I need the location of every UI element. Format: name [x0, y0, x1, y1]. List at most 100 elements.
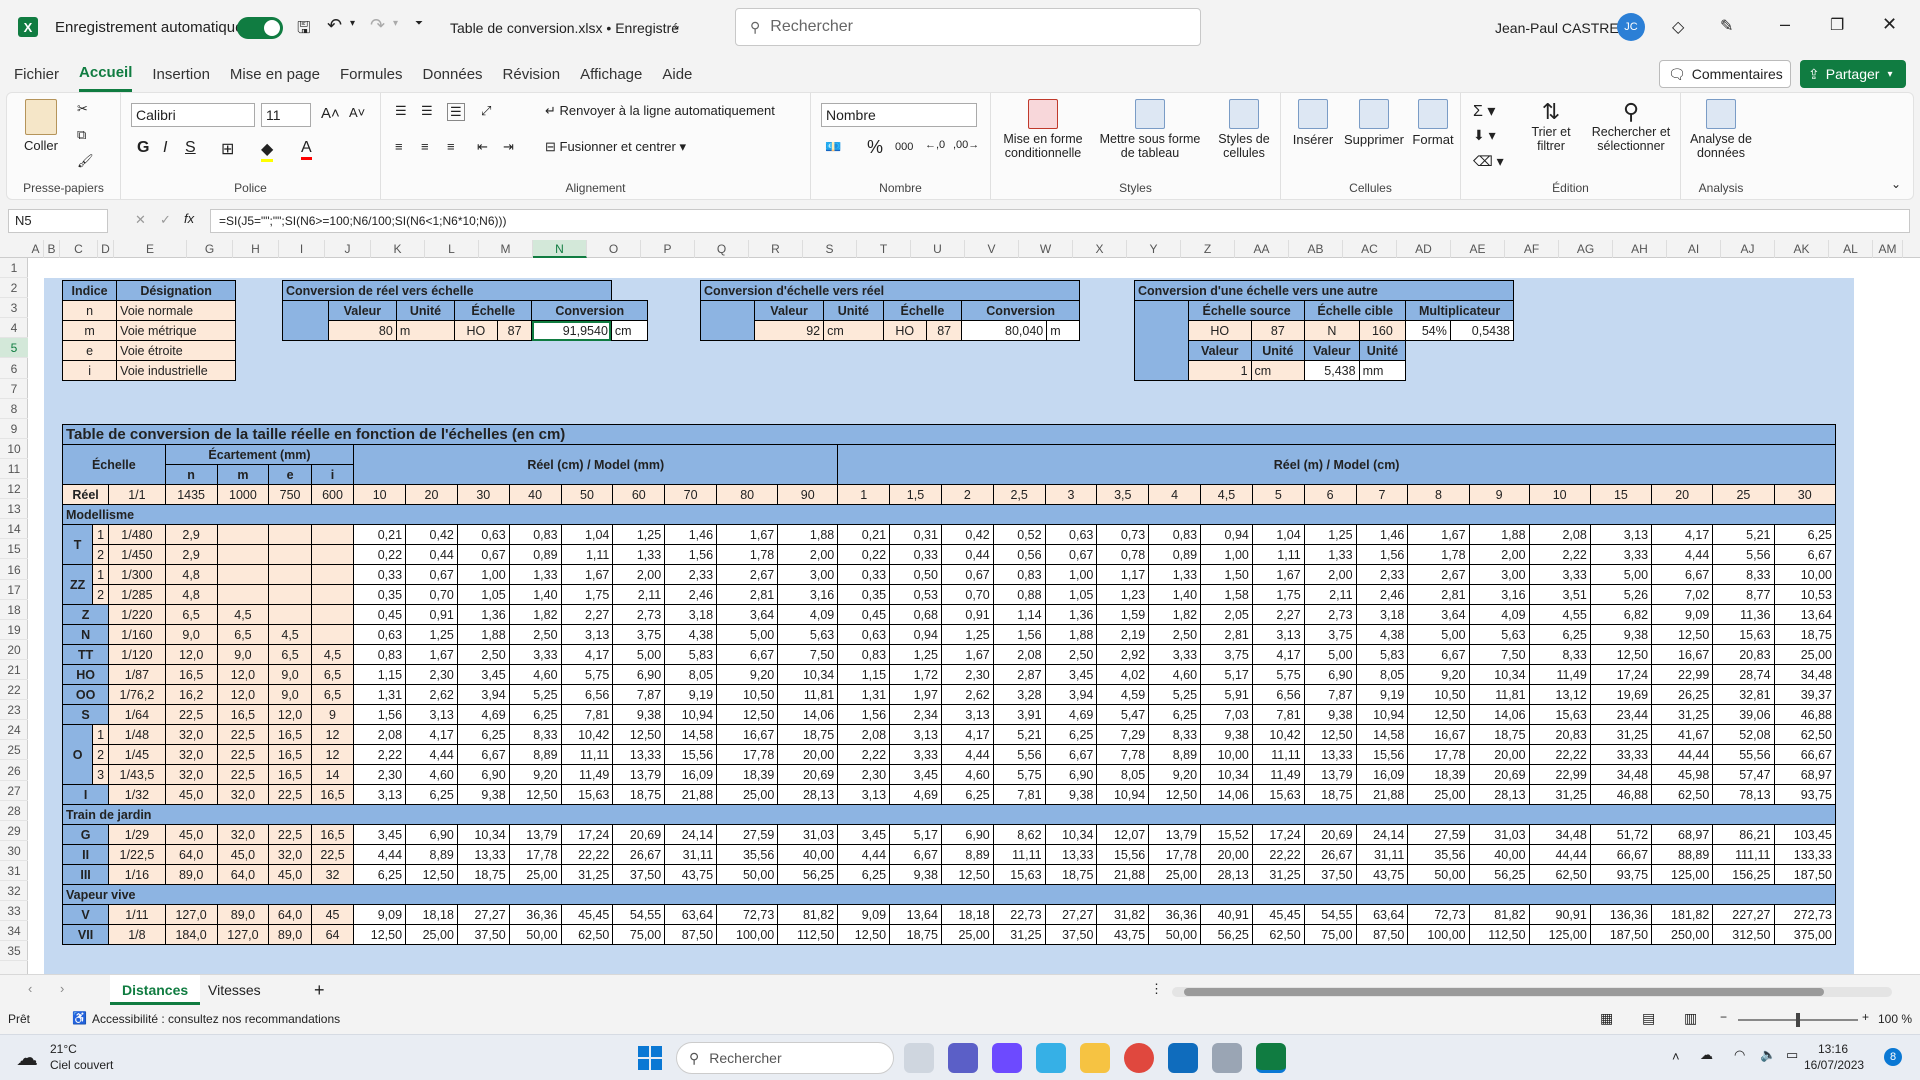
- row-header[interactable]: 9: [0, 419, 28, 439]
- value-cell[interactable]: 18,75: [889, 924, 942, 945]
- value-cell[interactable]: 37,50: [1044, 924, 1098, 945]
- value-cell[interactable]: 0,63: [353, 624, 407, 645]
- column-header[interactable]: AD: [1397, 240, 1451, 258]
- col-header-cm[interactable]: 10: [353, 484, 407, 505]
- volume-icon[interactable]: 🔈: [1760, 1047, 1776, 1063]
- tray-chevron-icon[interactable]: ˄: [1672, 1049, 1680, 1064]
- value-cell[interactable]: 18,75: [1044, 864, 1098, 885]
- zoom-in-icon[interactable]: +: [1862, 1010, 1869, 1024]
- column-header[interactable]: Z: [1181, 240, 1235, 258]
- conv3-tgt-ratio[interactable]: 160: [1358, 320, 1407, 341]
- redo-dropdown-icon[interactable]: ▾: [393, 18, 398, 29]
- value-cell[interactable]: 40,00: [1468, 844, 1530, 865]
- column-header[interactable]: AC: [1343, 240, 1397, 258]
- gauge-cell[interactable]: 16,5: [164, 664, 218, 685]
- value-cell[interactable]: 5,00: [1589, 564, 1653, 585]
- value-cell[interactable]: 2,27: [1251, 604, 1305, 625]
- column-header[interactable]: Y: [1127, 240, 1181, 258]
- gauge-cell[interactable]: 9,0: [268, 664, 312, 685]
- value-cell[interactable]: 21,88: [1355, 784, 1409, 805]
- value-cell[interactable]: 8,77: [1712, 584, 1775, 605]
- gauge-cell[interactable]: 6,5: [164, 604, 218, 625]
- value-cell[interactable]: 43,75: [1096, 924, 1150, 945]
- formula-input[interactable]: =SI(J5="";"";SI(N6>=100;N6/100;SI(N6<1;N…: [210, 209, 1910, 233]
- battery-icon[interactable]: ▭: [1786, 1047, 1798, 1063]
- value-cell[interactable]: 2,33: [1355, 564, 1409, 585]
- value-cell[interactable]: 21,88: [1096, 864, 1150, 885]
- prev-sheet-icon[interactable]: ‹: [28, 981, 32, 996]
- gauge-cell[interactable]: 12,0: [268, 704, 312, 725]
- value-cell[interactable]: 50,00: [1148, 924, 1202, 945]
- font-color-icon[interactable]: A: [301, 139, 312, 160]
- value-cell[interactable]: 6,25: [508, 704, 562, 725]
- value-cell[interactable]: 2,05: [1200, 604, 1253, 625]
- conv2-value[interactable]: 92: [753, 320, 825, 341]
- share-button[interactable]: ⇪ Partager ▾: [1800, 60, 1906, 88]
- row-header[interactable]: 25: [0, 740, 28, 761]
- value-cell[interactable]: 68,97: [1773, 764, 1837, 785]
- value-cell[interactable]: 4,17: [405, 724, 458, 745]
- fill-icon[interactable]: ⬇ ▾: [1473, 127, 1496, 144]
- value-cell[interactable]: 3,75: [1200, 644, 1253, 665]
- value-cell[interactable]: 0,53: [889, 584, 942, 605]
- value-cell[interactable]: 1,40: [1148, 584, 1202, 605]
- value-cell[interactable]: 14,58: [1355, 724, 1409, 745]
- value-cell[interactable]: 0,44: [405, 544, 458, 565]
- weather-desc[interactable]: Ciel couvert: [50, 1058, 113, 1072]
- cut-icon[interactable]: ✂: [77, 101, 88, 117]
- value-cell[interactable]: 4,60: [1148, 664, 1202, 685]
- value-cell[interactable]: 0,83: [837, 644, 891, 665]
- value-cell[interactable]: 39,06: [1712, 704, 1775, 725]
- underline-icon[interactable]: S: [185, 139, 196, 157]
- gauge-cell[interactable]: 22,5: [216, 764, 270, 785]
- scale-ratio[interactable]: 1/16: [108, 864, 166, 885]
- close-icon[interactable]: ✕: [1882, 14, 1897, 35]
- scale-ratio[interactable]: 1/76,2: [108, 684, 166, 705]
- orientation-icon[interactable]: ⤢: [481, 103, 491, 119]
- column-header[interactable]: AF: [1505, 240, 1559, 258]
- value-cell[interactable]: 20,00: [1200, 844, 1253, 865]
- value-cell[interactable]: 0,44: [940, 544, 994, 565]
- col-header-m[interactable]: 15: [1589, 484, 1653, 505]
- value-cell[interactable]: 1,11: [1251, 544, 1305, 565]
- value-cell[interactable]: 6,67: [1651, 564, 1714, 585]
- value-cell[interactable]: 5,75: [992, 764, 1046, 785]
- clear-icon[interactable]: ⌫ ▾: [1473, 153, 1504, 170]
- value-cell[interactable]: 26,67: [612, 844, 666, 865]
- value-cell[interactable]: 2,50: [1044, 644, 1098, 665]
- value-cell[interactable]: 8,89: [508, 744, 562, 765]
- row-header[interactable]: 16: [0, 560, 28, 580]
- value-cell[interactable]: 0,45: [837, 604, 891, 625]
- col-header-m[interactable]: 3,5: [1096, 484, 1150, 505]
- value-cell[interactable]: 2,08: [992, 644, 1046, 665]
- value-cell[interactable]: 6,67: [1044, 744, 1098, 765]
- value-cell[interactable]: 1,25: [940, 624, 994, 645]
- value-cell[interactable]: 31,82: [1096, 904, 1150, 925]
- value-cell[interactable]: 3,45: [837, 824, 891, 845]
- find-select-button[interactable]: ⚲ Rechercher et sélectionner: [1585, 99, 1677, 153]
- value-cell[interactable]: 2,81: [1407, 584, 1470, 605]
- value-cell[interactable]: 5,75: [560, 664, 614, 685]
- value-cell[interactable]: 15,63: [560, 784, 614, 805]
- row-header[interactable]: 8: [0, 399, 28, 419]
- value-cell[interactable]: 2,27: [560, 604, 614, 625]
- value-cell[interactable]: 2,87: [992, 664, 1046, 685]
- value-cell[interactable]: 3,13: [560, 624, 614, 645]
- value-cell[interactable]: 26,67: [1303, 844, 1357, 865]
- value-cell[interactable]: 6,25: [353, 864, 407, 885]
- value-cell[interactable]: 4,60: [940, 764, 994, 785]
- value-cell[interactable]: 4,44: [940, 744, 994, 765]
- weather-icon[interactable]: ☁: [16, 1045, 38, 1071]
- insert-button[interactable]: Insérer: [1285, 99, 1341, 147]
- col-header-m[interactable]: 8: [1407, 484, 1470, 505]
- undo-icon[interactable]: ↶: [327, 15, 342, 36]
- value-cell[interactable]: 41,67: [1651, 724, 1714, 745]
- scale-sub[interactable]: 1: [92, 724, 110, 745]
- value-cell[interactable]: 5,21: [1712, 524, 1775, 545]
- value-cell[interactable]: 37,50: [456, 924, 510, 945]
- save-icon[interactable]: 🖫: [297, 17, 311, 44]
- value-cell[interactable]: 50,00: [508, 924, 562, 945]
- value-cell[interactable]: 125,00: [1651, 864, 1714, 885]
- value-cell[interactable]: 1,11: [560, 544, 614, 565]
- value-cell[interactable]: 2,46: [1355, 584, 1409, 605]
